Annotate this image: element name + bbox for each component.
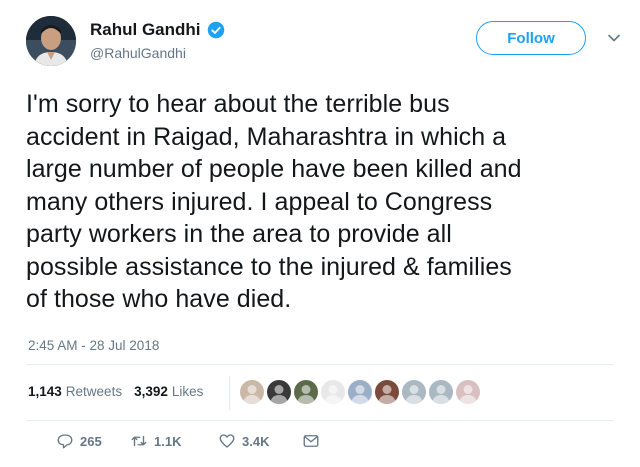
retweet-icon — [131, 435, 147, 447]
liker-avatar[interactable] — [294, 380, 318, 404]
liker-avatar[interactable] — [240, 380, 264, 404]
direct-message-button[interactable] — [302, 432, 320, 450]
retweet-button[interactable]: 1.1K — [130, 432, 218, 450]
tweet-line: party workers in the area to provide all — [26, 220, 452, 248]
reply-icon — [57, 434, 73, 449]
engagement-stats: 1,143 Retweets 3,392 Likes — [28, 384, 215, 399]
tweet-header: Rahul Gandhi @RahulGandhi Follow — [26, 16, 626, 72]
chevron-down-icon[interactable] — [606, 30, 622, 46]
retweets-count[interactable]: 1,143 — [28, 384, 62, 399]
liker-avatar[interactable] — [456, 380, 480, 404]
tweet-line: accident in Raigad, Maharashtra in which… — [26, 122, 507, 151]
liker-avatar[interactable] — [402, 380, 426, 404]
reply-count: 265 — [80, 433, 102, 449]
divider — [26, 420, 614, 421]
retweets-label[interactable]: Retweets — [66, 384, 122, 399]
timestamp[interactable]: 2:45 AM - 28 Jul 2018 — [28, 338, 159, 353]
avatar[interactable] — [26, 16, 76, 66]
heart-icon — [219, 434, 235, 448]
tweet-line: large number of people have been killed … — [26, 155, 522, 183]
verified-badge-icon — [207, 21, 224, 39]
tweet-line: of those who have died. — [26, 285, 292, 313]
likes-count[interactable]: 3,392 — [134, 384, 168, 399]
retweet-count: 1.1K — [154, 433, 182, 449]
stats-separator — [229, 376, 230, 410]
reply-button[interactable]: 265 — [56, 432, 130, 450]
liker-avatar[interactable] — [429, 380, 453, 404]
liker-avatars — [240, 380, 480, 404]
liker-avatar[interactable] — [267, 380, 291, 404]
follow-button[interactable]: Follow — [476, 21, 586, 55]
user-handle[interactable]: @RahulGandhi — [90, 45, 186, 61]
tweet-line: many others injured. I appeal to Congres… — [26, 187, 493, 216]
liker-avatar[interactable] — [375, 380, 399, 404]
likes-label[interactable]: Likes — [172, 384, 204, 399]
like-count: 3.4K — [242, 433, 270, 449]
liker-avatar[interactable] — [321, 380, 345, 404]
like-button[interactable]: 3.4K — [218, 432, 302, 450]
tweet-line: possible assistance to the injured & fam… — [26, 252, 512, 281]
tweet-text: I'm sorry to hear about the terrible bus… — [26, 88, 626, 316]
liker-avatar[interactable] — [348, 380, 372, 404]
direct-message-icon — [303, 435, 319, 447]
name-row: Rahul Gandhi — [90, 20, 225, 40]
divider — [26, 364, 614, 365]
tweet-line: I'm sorry to hear about the terrible bus — [26, 90, 450, 118]
display-name[interactable]: Rahul Gandhi — [90, 20, 201, 40]
tweet-actions: 265 1.1K 3.4K — [56, 432, 320, 450]
